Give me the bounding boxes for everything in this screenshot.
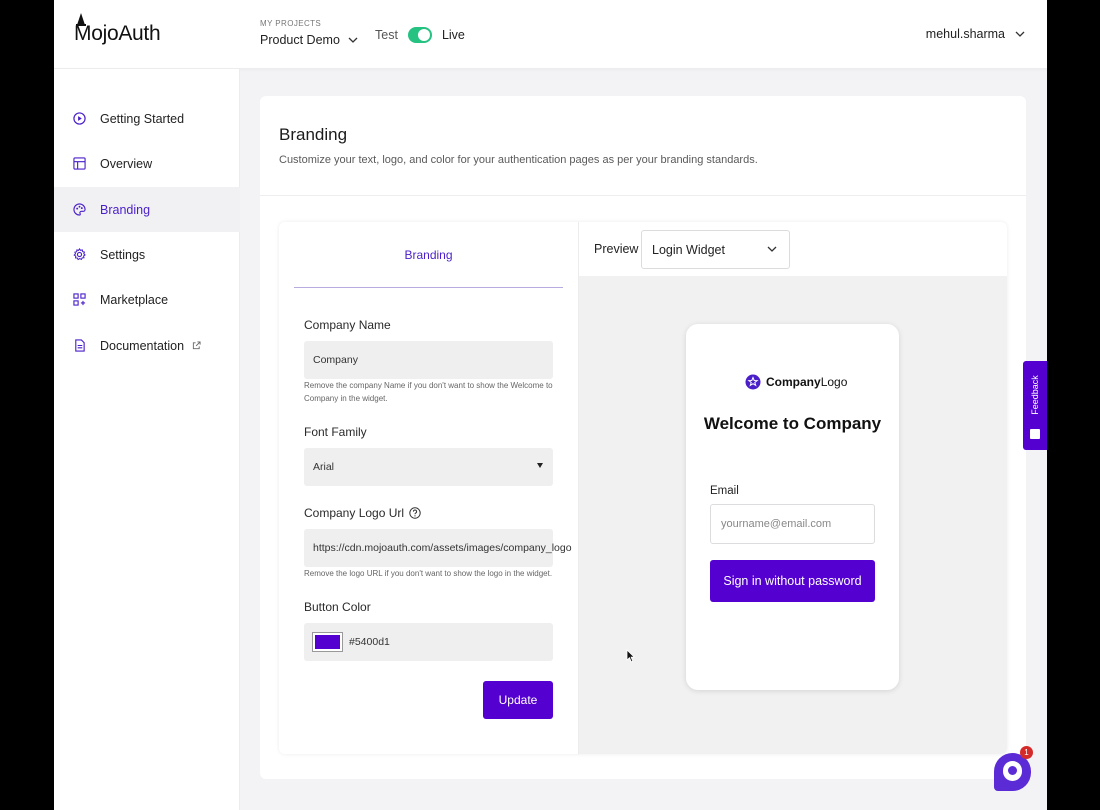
branding-form: Branding Company Name Company Remove the… — [279, 222, 578, 754]
button-color-value: #5400d1 — [349, 636, 390, 648]
chevron-down-icon — [767, 246, 777, 252]
login-widget-preview: CompanyLogo Welcome to Company Email you… — [686, 324, 899, 690]
chat-face-icon — [1003, 761, 1022, 781]
logo-url-input[interactable]: https://cdn.mojoauth.com/assets/images/c… — [304, 529, 572, 567]
sidebar-item-label: Getting Started — [100, 111, 185, 126]
external-link-icon — [192, 341, 201, 350]
caret-down-icon — [537, 463, 543, 468]
page-subtitle: Customize your text, logo, and color for… — [279, 154, 758, 166]
project-selector[interactable]: Product Demo — [260, 33, 358, 47]
dashboard-icon — [73, 157, 86, 170]
preview-label: Preview — [594, 242, 639, 256]
top-bar: MojoAuth MY PROJECTS Product Demo Test L… — [54, 0, 1047, 69]
user-menu[interactable]: mehul.sharma — [926, 27, 1025, 41]
chat-notification-badge: 1 — [1020, 746, 1033, 759]
sidebar-item-label: Settings — [100, 247, 146, 262]
font-family-value: Arial — [313, 461, 335, 473]
sidebar-item-documentation[interactable]: Documentation — [54, 323, 240, 368]
help-circle-icon[interactable] — [409, 507, 421, 519]
mouse-cursor-icon — [626, 649, 635, 663]
sidebar-item-overview[interactable]: Overview — [54, 141, 240, 186]
env-live-label: Live — [441, 28, 465, 42]
chevron-down-icon — [1015, 31, 1025, 37]
page-title: Branding — [279, 125, 348, 144]
star-badge-icon — [745, 374, 761, 390]
document-icon — [75, 339, 85, 352]
font-family-label: Font Family — [304, 425, 367, 439]
email-label: Email — [710, 485, 739, 497]
sidebar-item-getting-started[interactable]: Getting Started — [54, 96, 240, 141]
projects-label: MY PROJECTS — [260, 19, 322, 28]
sidebar-item-label: Overview — [100, 156, 153, 171]
sidebar-item-label: Documentation — [100, 338, 185, 353]
app-window: MojoAuth MY PROJECTS Product Demo Test L… — [54, 0, 1047, 810]
update-button[interactable]: Update — [483, 681, 553, 719]
app-logo[interactable]: MojoAuth — [74, 22, 161, 46]
feedback-tab[interactable]: Feedback — [1023, 361, 1047, 450]
preview-type-select[interactable]: Login Widget — [641, 230, 790, 269]
font-family-select[interactable]: Arial — [304, 448, 553, 486]
company-logo: CompanyLogo — [745, 374, 847, 390]
sidebar-item-branding[interactable]: Branding — [54, 187, 240, 232]
grid-plus-icon — [73, 293, 86, 306]
welcome-heading: Welcome to Company — [703, 414, 882, 433]
preview-toolbar: Preview Login Widget — [579, 222, 1007, 276]
environment-toggle[interactable] — [407, 27, 432, 43]
company-name-input[interactable]: Company — [304, 341, 553, 379]
button-color-label: Button Color — [304, 600, 371, 614]
project-name: Product Demo — [260, 33, 340, 47]
sidebar-item-label: Branding — [100, 202, 151, 217]
sidebar: Getting Started Overview Branding Settin… — [54, 69, 240, 810]
logo-light-text: Logo — [820, 375, 848, 389]
logo-url-label: Company Logo Url — [304, 506, 421, 520]
play-circle-icon — [73, 112, 86, 125]
tab-branding[interactable]: Branding — [294, 222, 563, 288]
environment-switch: Test Live — [375, 27, 465, 43]
feedback-icon — [1030, 429, 1040, 439]
sidebar-item-settings[interactable]: Settings — [54, 232, 240, 277]
branding-card: Branding Customize your text, logo, and … — [260, 96, 1026, 779]
email-field[interactable]: yourname@email.com — [710, 504, 875, 544]
palette-icon — [73, 203, 86, 216]
button-color-input[interactable]: #5400d1 — [304, 623, 553, 661]
gear-icon — [73, 248, 86, 261]
divider — [260, 195, 1026, 196]
feedback-label: Feedback — [1030, 375, 1040, 415]
company-name-label: Company Name — [304, 318, 391, 332]
logo-url-label-text: Company Logo Url — [304, 506, 405, 520]
preview-pane: Preview Login Widget CompanyLogo Welcome… — [578, 222, 1007, 754]
logo-url-help: Remove the logo URL if you don't want to… — [304, 569, 553, 578]
branding-editor: Branding Company Name Company Remove the… — [279, 222, 1007, 754]
sidebar-item-marketplace[interactable]: Marketplace — [54, 277, 240, 322]
chat-launcher[interactable]: 1 — [994, 746, 1033, 795]
sidebar-item-label: Marketplace — [100, 292, 169, 307]
logo-bold-text: Company — [766, 375, 821, 389]
preview-type-value: Login Widget — [652, 242, 725, 257]
chevron-down-icon — [348, 37, 358, 43]
company-name-help: Remove the company Name if you don't wan… — [304, 381, 553, 403]
sign-in-button[interactable]: Sign in without password — [710, 560, 875, 602]
env-test-label: Test — [375, 28, 398, 42]
username: mehul.sharma — [925, 27, 1005, 41]
color-swatch[interactable] — [312, 632, 343, 652]
